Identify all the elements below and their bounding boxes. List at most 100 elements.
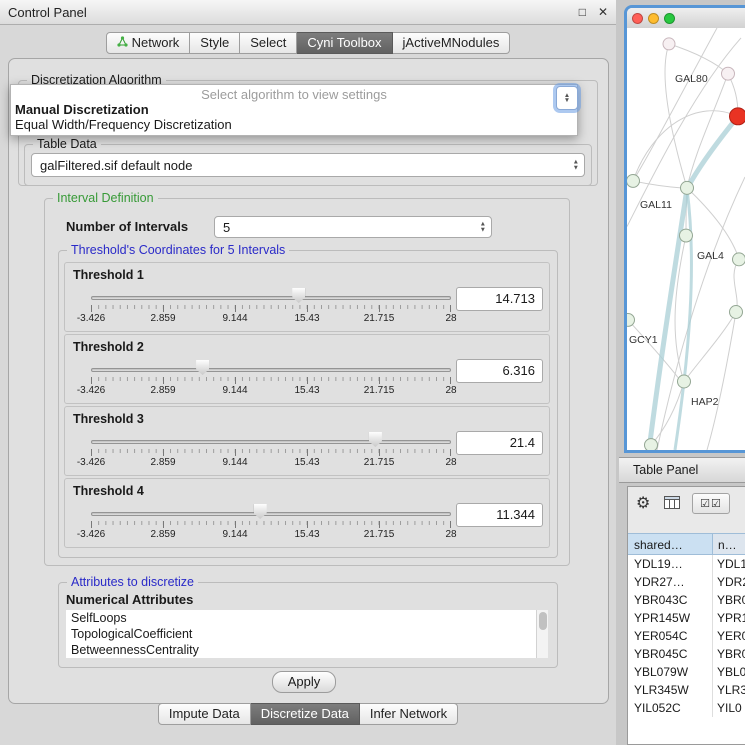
minimize-traffic-light-icon[interactable] — [648, 13, 659, 24]
table-data-combo-value: galFiltered.sif default node — [40, 158, 192, 173]
threshold-2-value-field[interactable]: 6.316 — [456, 359, 543, 383]
combo-stepper-icon[interactable]: ▲▼ — [480, 222, 486, 233]
node-label: GAL11 — [640, 199, 672, 211]
tab-select[interactable]: Select — [240, 32, 297, 54]
column-header-name[interactable]: n… — [713, 533, 745, 555]
top-tab-bar: Network Style Select Cyni Toolbox jActiv… — [0, 32, 616, 54]
network-node[interactable] — [730, 306, 743, 319]
slider-thumb[interactable] — [369, 432, 382, 447]
tab-infer-network[interactable]: Infer Network — [360, 703, 458, 725]
columns-icon[interactable] — [664, 496, 680, 514]
slider-thumb[interactable] — [254, 504, 267, 519]
threshold-2-slider[interactable]: -3.4262.8599.14415.4321.71528 — [91, 335, 451, 403]
table-body: YDL19…YDL1 YDR27…YDR2 YBR043CYBR0 YPR145… — [628, 555, 745, 744]
network-window-titlebar — [627, 8, 745, 29]
tab-network[interactable]: Network — [106, 32, 191, 54]
combo-stepper-icon[interactable]: ▲▼ — [573, 160, 579, 171]
list-item[interactable]: SelfLoops — [66, 610, 548, 626]
threshold-1-value-field[interactable]: 14.713 — [456, 287, 543, 311]
network-node[interactable] — [733, 253, 745, 266]
table-row[interactable]: YER054CYER0 — [628, 627, 745, 645]
network-node[interactable] — [663, 38, 675, 50]
column-header-shared-name[interactable]: shared… — [628, 533, 713, 555]
attributes-list-scrollbar[interactable] — [536, 610, 548, 658]
slider-track[interactable] — [91, 512, 451, 516]
number-of-intervals-label: Number of Intervals — [66, 219, 188, 234]
slider-tick-labels: -3.4262.8599.14421.71515.4328 — [91, 529, 451, 541]
network-graph — [627, 28, 745, 450]
network-node[interactable] — [722, 67, 735, 80]
algorithm-option-manual[interactable]: Manual Discretization — [15, 102, 149, 117]
algorithm-option-equal-width[interactable]: Equal Width/Frequency Discretization — [15, 117, 232, 132]
table-row[interactable]: YBL079WYBL0 — [628, 663, 745, 681]
select-columns-button[interactable]: ☑ ☑ — [692, 493, 730, 514]
table-row[interactable]: YBR045CYBR0 — [628, 645, 745, 663]
float-window-icon[interactable]: □ — [579, 5, 586, 19]
close-traffic-light-icon[interactable] — [632, 13, 643, 24]
table-panel-title: Table Panel — [633, 463, 698, 477]
node-label: GAL80 — [675, 73, 708, 85]
network-node[interactable] — [627, 174, 640, 187]
threshold-4-panel: Threshold 4 -3.4262.8599.14421.71515.432… — [64, 478, 550, 548]
slider-ruler — [91, 521, 451, 528]
table-data-fieldset: Table Data galFiltered.sif default node … — [24, 144, 592, 186]
slider-thumb[interactable] — [292, 288, 305, 303]
attributes-fieldset-label: Attributes to discretize — [67, 575, 198, 589]
network-node[interactable] — [645, 439, 658, 450]
algorithm-dropdown-popup: Select algorithm to view settings Manual… — [10, 84, 578, 136]
table-panel: ⚙ ☑ ☑ shared… n… YDL19…YDL1 YDR27…YDR2 Y… — [627, 486, 745, 745]
numerical-attributes-label: Numerical Attributes — [66, 592, 193, 607]
slider-track[interactable] — [91, 296, 451, 300]
network-view-window[interactable]: GAL80 GAL11 GAL4 GCY1 HAP2 — [624, 5, 745, 453]
slider-tick-labels: -3.4262.8599.14415.4321.71528 — [91, 457, 451, 469]
slider-track[interactable] — [91, 440, 451, 444]
interval-definition-label: Interval Definition — [53, 191, 158, 205]
close-window-icon[interactable]: ✕ — [598, 5, 608, 19]
table-row[interactable]: YBR043CYBR0 — [628, 591, 745, 609]
slider-thumb[interactable] — [196, 360, 209, 375]
apply-button[interactable]: Apply — [272, 671, 336, 693]
gear-icon[interactable]: ⚙ — [636, 493, 650, 513]
network-canvas[interactable]: GAL80 GAL11 GAL4 GCY1 HAP2 — [627, 28, 745, 450]
threshold-1-slider[interactable]: -3.4262.8599.14415.4321.71528 — [91, 263, 451, 331]
table-row[interactable]: YPR145WYPR1 — [628, 609, 745, 627]
network-node[interactable] — [681, 181, 694, 194]
table-panel-titlebar: Table Panel — [619, 457, 745, 483]
network-node[interactable] — [678, 375, 691, 388]
threshold-3-value-field[interactable]: 21.4 — [456, 431, 543, 455]
tab-style[interactable]: Style — [190, 32, 240, 54]
table-row[interactable]: YDR27…YDR2 — [628, 573, 745, 591]
list-item[interactable]: BetweennessCentrality — [66, 642, 548, 658]
network-node-selected[interactable] — [730, 108, 745, 125]
threshold-3-panel: Threshold 3 -3.4262.8599.14415.4321.7152… — [64, 406, 550, 476]
slider-track[interactable] — [91, 368, 451, 372]
threshold-3-slider[interactable]: -3.4262.8599.14415.4321.71528 — [91, 407, 451, 475]
network-node[interactable] — [680, 229, 693, 242]
bottom-tab-bar: Impute Data Discretize Data Infer Networ… — [0, 703, 616, 725]
table-data-combo[interactable]: galFiltered.sif default node ▲▼ — [31, 153, 585, 177]
threshold-4-value-field[interactable]: 11.344 — [456, 503, 543, 527]
checkbox-icon: ☑ — [711, 497, 722, 510]
tab-discretize-data[interactable]: Discretize Data — [251, 703, 360, 725]
tab-cyni-toolbox[interactable]: Cyni Toolbox — [297, 32, 392, 54]
tab-impute-data[interactable]: Impute Data — [158, 703, 251, 725]
tab-jactivemnodules[interactable]: jActiveMNodules — [393, 32, 511, 54]
zoom-traffic-light-icon[interactable] — [664, 13, 675, 24]
numerical-attributes-list: SelfLoops TopologicalCoefficient Between… — [66, 610, 548, 658]
table-data-label: Table Data — [33, 137, 101, 151]
slider-ruler — [91, 377, 451, 384]
threshold-4-slider[interactable]: -3.4262.8599.14421.71515.4328 — [91, 479, 451, 547]
network-tab-icon — [117, 33, 128, 53]
table-row[interactable]: YDL19…YDL1 — [628, 555, 745, 573]
number-of-intervals-value: 5 — [223, 220, 230, 235]
table-header-row: shared… n… — [628, 533, 745, 555]
algorithm-combo-stepper-icon[interactable]: ▲▼ — [556, 86, 578, 110]
table-row[interactable]: YIL052CYIL0 — [628, 699, 745, 717]
node-label: GCY1 — [629, 334, 658, 346]
table-row[interactable]: YLR345WYLR3 — [628, 681, 745, 699]
network-node[interactable] — [627, 313, 635, 326]
slider-ruler — [91, 449, 451, 456]
list-item[interactable]: TopologicalCoefficient — [66, 626, 548, 642]
slider-tick-labels: -3.4262.8599.14415.4321.71528 — [91, 313, 451, 325]
number-of-intervals-combo[interactable]: 5 ▲▼ — [214, 216, 492, 238]
